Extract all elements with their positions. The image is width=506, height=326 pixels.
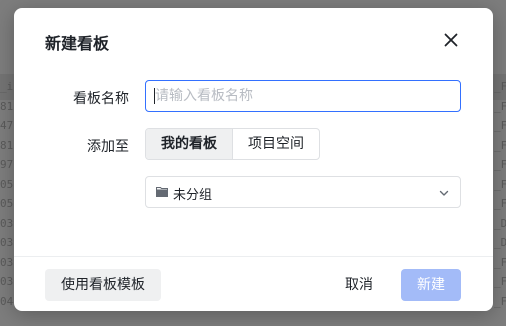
chevron-down-icon [439,190,449,196]
dialog-title: 新建看板 [45,34,110,53]
location-segmented-control: 我的看板 项目空间 [145,128,320,160]
background-cell: _F [494,275,506,288]
footer-divider [14,256,493,257]
background-cell: _F [494,177,506,191]
create-button[interactable]: 新建 [401,269,461,301]
background-cell: _D [494,236,506,249]
create-dashboard-dialog: 新建看板 看板名称 添加至 我的看板 项目空间 未分组 使用看板模板 取消 新建 [14,8,493,311]
group-select-value: 未分组 [173,188,213,203]
background-cell: _F [494,138,506,152]
background-cell: _F [494,158,506,171]
background-cell: _D [494,216,506,230]
folder-icon [156,187,168,197]
close-button[interactable] [441,30,461,50]
group-select[interactable]: 未分组 [145,176,461,208]
cancel-button[interactable]: 取消 [329,269,389,301]
text-caret [154,88,155,104]
segment-project-space[interactable]: 项目空间 [232,129,319,159]
background-cell: _F [494,80,506,93]
background-cell: _F [494,119,506,132]
background-cell: _F [494,294,506,308]
dashboard-name-input[interactable] [145,80,461,112]
name-label: 看板名称 [73,91,129,107]
background-cell: _F [494,99,506,113]
use-template-button[interactable]: 使用看板模板 [45,269,161,301]
background-cell: _F [494,255,506,269]
add-to-label: 添加至 [87,139,129,155]
close-icon [444,33,458,47]
background-cell: _F [494,197,506,210]
segment-my-dashboards[interactable]: 我的看板 [146,129,232,159]
